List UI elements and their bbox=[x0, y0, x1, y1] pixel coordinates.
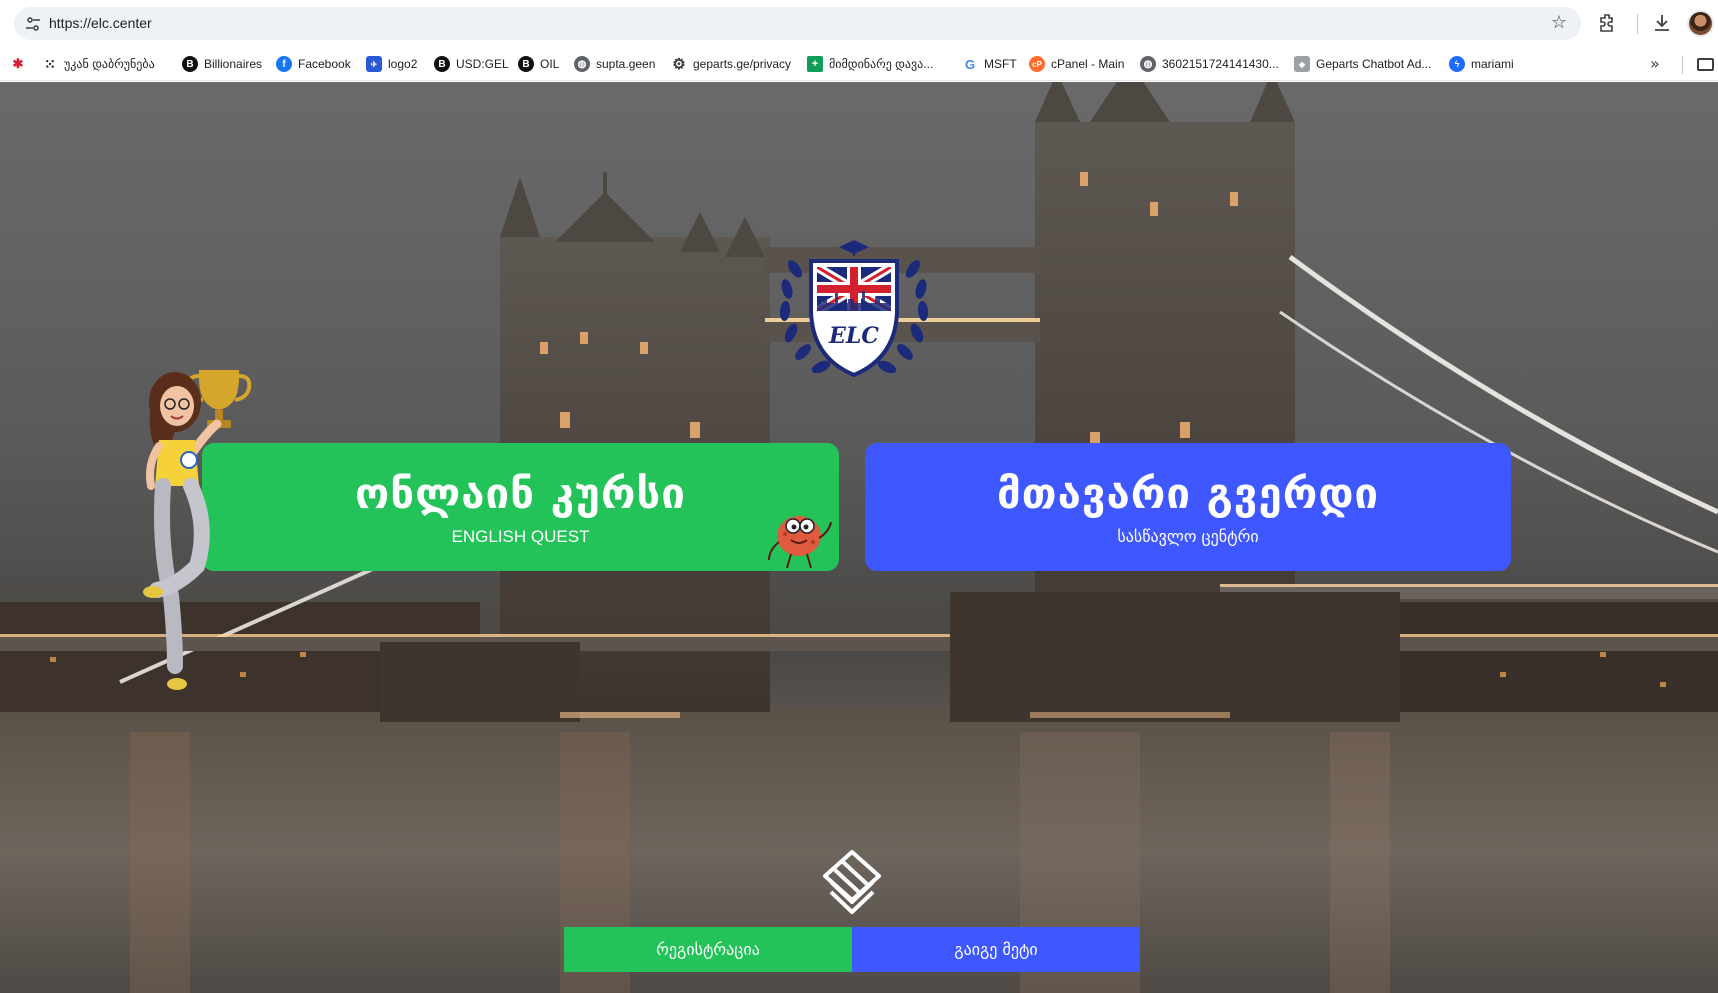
b-circle-icon: B bbox=[518, 56, 534, 72]
monster-mascot-illustration bbox=[768, 516, 832, 569]
main-page-button[interactable]: მთავარი გვერდი სასწავლო ცენტრი bbox=[865, 443, 1511, 571]
address-bar[interactable]: https://elc.center ☆ bbox=[14, 7, 1581, 40]
main-page-title: მთავარი გვერდი bbox=[996, 469, 1380, 518]
landing-page: ELC ონლაინ კურსი ENGLISH QUEST მთავარი გ… bbox=[0, 82, 1718, 993]
bookmark-label: Billionaires bbox=[204, 57, 263, 71]
globe-icon: ◍ bbox=[574, 56, 590, 72]
bookmark-label: OIL bbox=[540, 57, 560, 71]
sheets-icon: + bbox=[807, 56, 823, 72]
bookmark-item-back[interactable]: ⁙ უკან დაბრუნება bbox=[42, 55, 155, 73]
bookmark-item-sheet[interactable]: + მიმდინარე დავა... bbox=[807, 55, 933, 73]
crab-icon: ✱ bbox=[12, 56, 24, 71]
bookmark-label: Geparts Chatbot Ad... bbox=[1316, 57, 1432, 71]
bookmark-label: mariami bbox=[1471, 57, 1514, 71]
grid-icon: ⁙ bbox=[44, 55, 56, 72]
bookmark-item-cpanel[interactable]: cP cPanel - Main bbox=[1029, 55, 1124, 73]
bookmark-label: 3602151724141430... bbox=[1162, 57, 1279, 71]
chatbot-icon: ◆ bbox=[1294, 56, 1310, 72]
bookmark-label: geparts.ge/privacy bbox=[693, 57, 792, 71]
browser-toolbar: https://elc.center ☆ bbox=[0, 0, 1718, 47]
bookmark-item-msft[interactable]: G MSFT bbox=[962, 55, 1017, 73]
bookmarks-bar: ✱ ⁙ უკან დაბრუნება B Billionaires f Face… bbox=[0, 47, 1718, 81]
cpanel-icon: cP bbox=[1029, 56, 1045, 72]
bookmark-label: Facebook bbox=[298, 57, 351, 71]
site-settings-icon[interactable] bbox=[25, 16, 41, 32]
main-page-subtitle: სასწავლო ცენტრი bbox=[1117, 527, 1259, 546]
gear-icon: ⚙ bbox=[672, 56, 686, 73]
bookmark-label: supta.geen bbox=[596, 57, 656, 71]
bookmark-item-mariami[interactable]: ϟ mariami bbox=[1449, 55, 1514, 73]
bookmark-item-logo2[interactable]: ✈ logo2 bbox=[366, 55, 417, 73]
learn-more-button[interactable]: გაიგე მეტი bbox=[852, 927, 1140, 972]
bookmark-item-geparts-privacy[interactable]: ⚙ geparts.ge/privacy bbox=[671, 55, 791, 73]
bookmark-label: logo2 bbox=[388, 57, 418, 71]
bookmark-star-icon[interactable]: ☆ bbox=[1551, 13, 1567, 33]
bookmark-label: მიმდინარე დავა... bbox=[829, 57, 934, 71]
bookmarks-divider bbox=[1682, 56, 1683, 74]
bookmark-item-crab[interactable]: ✱ bbox=[10, 55, 26, 73]
register-button[interactable]: რეგისტრაცია bbox=[564, 927, 852, 972]
messenger-icon: ϟ bbox=[1449, 56, 1465, 72]
folder-icon[interactable] bbox=[1697, 58, 1714, 71]
bookmark-item-oil[interactable]: B OIL bbox=[518, 55, 559, 73]
chevron-double-right-icon[interactable]: » bbox=[1650, 55, 1660, 73]
bookmark-item-facebook[interactable]: f Facebook bbox=[276, 55, 351, 73]
globe-icon: ◍ bbox=[1140, 56, 1156, 72]
b-circle-icon: B bbox=[182, 56, 198, 72]
bookmark-item-supta[interactable]: ◍ supta.geen bbox=[574, 55, 655, 73]
extensions-icon[interactable] bbox=[1596, 11, 1620, 35]
bookmark-label: MSFT bbox=[984, 57, 1017, 71]
online-course-subtitle: ENGLISH QUEST bbox=[451, 527, 590, 546]
logo-text: ELC bbox=[828, 323, 879, 349]
download-icon[interactable] bbox=[1650, 11, 1674, 35]
bookmark-item-chatbot[interactable]: ◆ Geparts Chatbot Ad... bbox=[1294, 55, 1431, 73]
toolbar-divider bbox=[1637, 14, 1638, 34]
bookmark-item-numeric[interactable]: ◍ 3602151724141430... bbox=[1140, 55, 1279, 73]
bookmark-item-usdgel[interactable]: B USD:GEL bbox=[434, 55, 509, 73]
google-icon: G bbox=[964, 56, 976, 72]
bookmark-label: cPanel - Main bbox=[1051, 57, 1125, 71]
profile-avatar[interactable] bbox=[1687, 10, 1714, 37]
bookmark-label: USD:GEL bbox=[456, 57, 509, 71]
b-circle-icon: B bbox=[434, 56, 450, 72]
facebook-icon: f bbox=[276, 56, 292, 72]
online-course-button[interactable]: ონლაინ კურსი ENGLISH QUEST bbox=[202, 443, 839, 571]
bookmark-label: უკან დაბრუნება bbox=[64, 57, 155, 71]
url-text[interactable]: https://elc.center bbox=[49, 15, 152, 31]
girl-mascot-illustration bbox=[143, 370, 252, 690]
online-course-title: ონლაინ კურსი bbox=[355, 469, 686, 518]
elc-logo[interactable]: ELC bbox=[775, 229, 933, 387]
layers-emblem-icon bbox=[823, 850, 881, 914]
bookmark-item-billionaires[interactable]: B Billionaires bbox=[182, 55, 262, 73]
logo-icon: ✈ bbox=[366, 56, 382, 72]
